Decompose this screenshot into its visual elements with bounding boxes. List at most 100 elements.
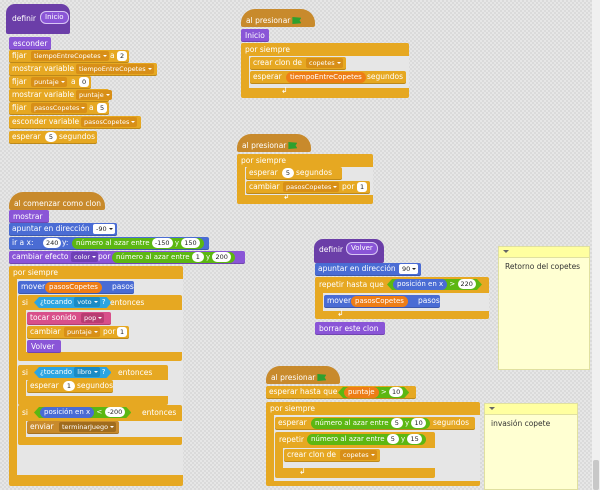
broadcast-block[interactable]: enviar terminarJuego [27, 421, 119, 434]
var-reporter[interactable]: puntaje [344, 387, 379, 398]
touching-dropdown[interactable]: voto [74, 297, 99, 307]
greater-than-operator[interactable]: posición en x > 220 [387, 279, 482, 290]
set-puntaje-block[interactable]: fijar puntaje a 0 [9, 76, 91, 89]
wait-random-block[interactable]: esperar número al azar entre 5 y 10 segu… [275, 417, 475, 430]
random-max[interactable]: 10 [411, 418, 426, 428]
broadcast-dropdown[interactable]: terminarJuego [59, 422, 117, 432]
clone-dropdown[interactable]: copetes [306, 58, 343, 68]
var-dropdown[interactable]: pasosCopetes [283, 182, 340, 192]
move-steps-block[interactable]: mover pasosCopetes pasos [324, 295, 440, 308]
wait-block[interactable]: esperar 1 segundos [27, 380, 113, 393]
comment-note-invasion[interactable]: invasión copete [484, 403, 578, 490]
point-direction-block[interactable]: apuntar en dirección -90 [9, 223, 117, 236]
random-max[interactable]: 15 [407, 434, 422, 444]
random-min[interactable]: -150 [151, 238, 173, 248]
value-input[interactable]: 1 [357, 182, 368, 192]
x-position-reporter[interactable]: posición en x [393, 279, 447, 290]
wait-input[interactable]: 5 [282, 168, 294, 178]
seconds-label: segundos [296, 168, 333, 177]
random-reporter[interactable]: número al azar entre -150 y 150 [72, 238, 204, 249]
touching-dropdown[interactable]: libro [74, 367, 99, 377]
create-clone-block[interactable]: crear clon de copetes [284, 449, 380, 462]
var-dropdown[interactable]: tiempoEntreCopetes [76, 64, 154, 74]
hide-var-block[interactable]: esconder variable pasosCopetes [9, 116, 141, 129]
wait-block[interactable]: esperar 5 segundos [9, 131, 97, 144]
wait-input[interactable]: 5 [45, 132, 57, 142]
clone-start-hat[interactable]: al comenzar como clon [9, 192, 105, 210]
var-dropdown[interactable]: pasosCopetes [31, 103, 88, 113]
touching-sensor[interactable]: ¿tocando libro ? [34, 367, 111, 378]
green-flag-icon [317, 374, 327, 381]
var-dropdown[interactable]: tiempoEntreCopetes [31, 51, 109, 61]
touching-sensor[interactable]: ¿tocando voto ? [34, 297, 112, 308]
x-input[interactable]: 240 [43, 238, 62, 248]
change-puntaje-block[interactable]: cambiar puntaje por 1 [27, 326, 129, 339]
show-var-block[interactable]: mostrar variable tiempoEntreCopetes [9, 63, 157, 76]
direction-dropdown[interactable]: -90 [93, 224, 115, 234]
comment-note-retorno[interactable]: Retorno del copetes [498, 246, 590, 370]
var-reporter[interactable]: pasosCopetes [351, 296, 408, 307]
define-volver-block[interactable]: definir Volver [314, 239, 384, 263]
effect-dropdown[interactable]: color [71, 252, 99, 262]
var-dropdown[interactable]: pasosCopetes [81, 117, 138, 127]
var-dropdown[interactable]: puntaje [76, 90, 112, 100]
show-block[interactable]: mostrar [9, 210, 49, 223]
show-puntaje-block[interactable]: mostrar variable puntaje [9, 89, 112, 102]
direction-dropdown[interactable]: 90 [399, 264, 419, 274]
change-var-block[interactable]: cambiar pasosCopetes por 1 [246, 181, 370, 194]
delete-clone-block[interactable]: borrar este clon [315, 322, 385, 335]
call-volver-block[interactable]: Volver [27, 340, 61, 353]
move-steps-block[interactable]: mover pasosCopetes pasos [18, 281, 134, 294]
random-min[interactable]: 1 [191, 252, 204, 262]
note-text: invasión copete [491, 419, 551, 428]
seconds-label: segundos [59, 132, 96, 141]
sound-dropdown[interactable]: pop [81, 313, 105, 323]
var-dropdown[interactable]: puntaje [64, 327, 100, 337]
define-inicio-block[interactable]: definir Inicio [6, 4, 70, 34]
call-inicio-block[interactable]: Inicio [241, 29, 269, 42]
create-clone-block[interactable]: crear clon de copetes [250, 57, 346, 70]
hide-block[interactable]: esconder [9, 37, 51, 50]
greater-than-operator[interactable]: puntaje > 10 [338, 387, 409, 398]
point-direction-block[interactable]: apuntar en dirección 90 [315, 263, 421, 276]
random-reporter[interactable]: número al azar entre 1 y 200 [112, 252, 235, 263]
value-input[interactable]: 1 [117, 327, 128, 337]
x-position-reporter[interactable]: posición en x [40, 407, 94, 418]
wait-var-block[interactable]: esperar tiempoEntreCopetes segundos [250, 71, 406, 84]
compare-input[interactable]: -200 [105, 407, 126, 417]
random-min[interactable]: 5 [390, 418, 403, 428]
random-min[interactable]: 5 [386, 434, 399, 444]
vertical-scrollbar[interactable] [592, 0, 600, 490]
wait-until-block[interactable]: esperar hasta que puntaje > 10 [266, 386, 416, 399]
note-collapse-icon[interactable] [485, 404, 577, 415]
less-than-operator[interactable]: posición en x < -200 [34, 407, 131, 418]
wait-block[interactable]: esperar 5 segundos [246, 167, 342, 180]
set-pasos-block[interactable]: fijar pasosCopetes a 5 [9, 102, 109, 115]
change-effect-block[interactable]: cambiar efecto color por número al azar … [9, 251, 245, 264]
random-max[interactable]: 200 [212, 252, 231, 262]
compare-input[interactable]: 10 [389, 387, 403, 397]
value-input[interactable]: 0 [79, 77, 90, 87]
compare-input[interactable]: 220 [458, 279, 476, 289]
var-reporter[interactable]: tiempoEntreCopetes [286, 72, 366, 83]
play-sound-block[interactable]: tocar sonido pop [27, 312, 111, 325]
green-flag-hat[interactable]: al presionar [266, 366, 340, 384]
value-input[interactable]: 2 [117, 51, 128, 61]
green-flag-hat[interactable]: al presionar [241, 9, 315, 27]
goto-xy-block[interactable]: ir a x: 240 y: número al azar entre -150… [9, 237, 209, 250]
random-max[interactable]: 150 [181, 238, 200, 248]
wait-label: esperar [30, 381, 59, 390]
random-reporter[interactable]: número al azar entre 5 y 10 [311, 418, 430, 429]
green-flag-hat[interactable]: al presionar [237, 134, 311, 152]
green-flag-icon [288, 142, 298, 149]
note-collapse-icon[interactable] [499, 247, 589, 258]
random-reporter[interactable]: número al azar entre 5 y 15 [307, 434, 426, 445]
wait-input[interactable]: 1 [63, 381, 75, 391]
less-than-label: < [96, 408, 103, 416]
clone-dropdown[interactable]: copetes [340, 450, 377, 460]
var-dropdown[interactable]: puntaje [31, 77, 67, 87]
value-input[interactable]: 5 [97, 103, 108, 113]
set-var-block[interactable]: fijar tiempoEntreCopetes a 2 [9, 50, 129, 63]
var-reporter[interactable]: pasosCopetes [45, 282, 102, 293]
scrollbar-thumb[interactable] [593, 460, 599, 490]
